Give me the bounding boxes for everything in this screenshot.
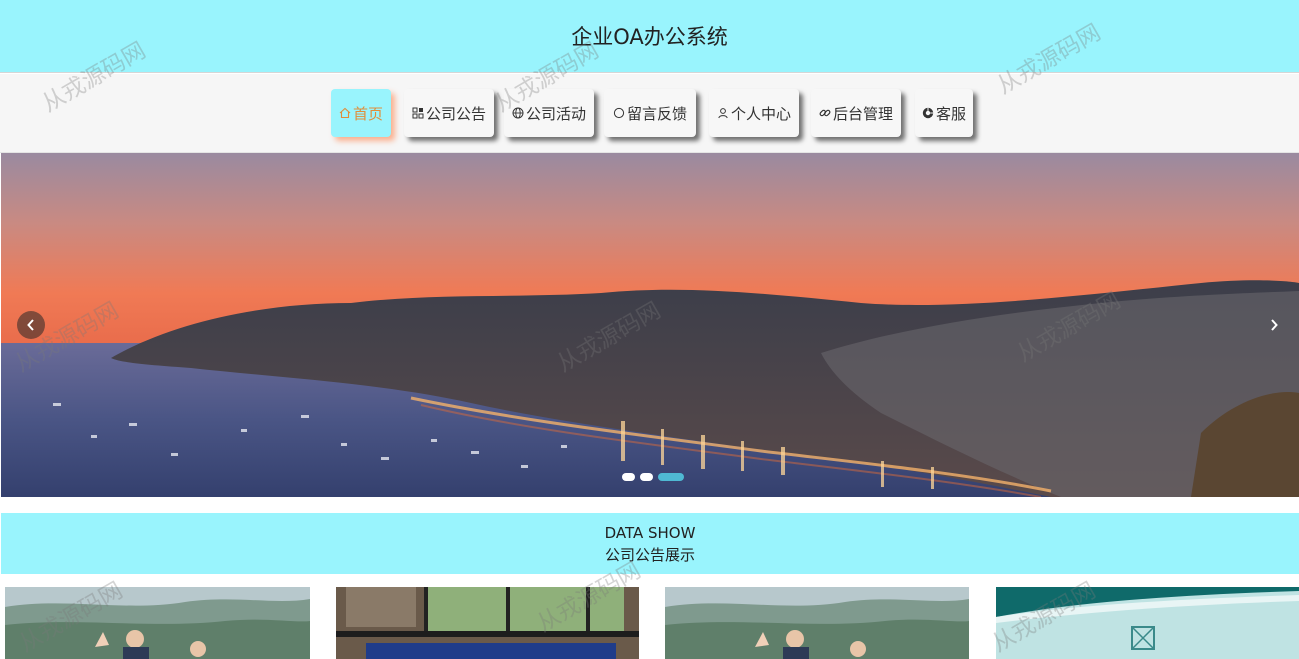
nav-item-label: 个人中心	[730, 104, 791, 123]
home-icon	[339, 107, 352, 120]
globe-icon	[512, 107, 525, 120]
nav-item-label: 后台管理	[832, 104, 893, 123]
user-icon	[717, 107, 730, 120]
grid-icon	[412, 107, 425, 120]
circle-icon	[613, 107, 626, 120]
section-header: DATA SHOW 公司公告展示	[1, 513, 1299, 574]
carousel-dot[interactable]	[640, 473, 653, 481]
link-icon	[819, 107, 832, 120]
nav-item-label: 公司活动	[525, 104, 586, 123]
thumbnail-image	[996, 587, 1299, 659]
section-title-en: DATA SHOW	[604, 523, 696, 542]
nav-item-label: 公司公告	[425, 104, 486, 123]
nav-item-label: 客服	[935, 104, 966, 123]
chevron-right-icon	[1271, 319, 1278, 331]
nav-item-feedback[interactable]: 留言反馈	[604, 89, 696, 137]
announcement-thumbnail[interactable]	[5, 587, 310, 659]
nav-item-home[interactable]: 首页	[331, 89, 391, 137]
carousel-prev-button[interactable]	[17, 311, 45, 339]
announcement-thumbnail[interactable]	[665, 587, 969, 659]
thumbnail-image	[336, 587, 639, 659]
nav-item-activities[interactable]: 公司活动	[504, 89, 594, 137]
nav-item-label: 留言反馈	[626, 104, 687, 123]
support-icon	[922, 107, 935, 120]
carousel-next-button[interactable]	[1260, 311, 1288, 339]
announcement-thumbnail[interactable]	[996, 587, 1299, 659]
carousel-dot-active[interactable]	[658, 473, 684, 481]
nav-item-profile[interactable]: 个人中心	[709, 89, 799, 137]
banner-carousel	[1, 153, 1299, 497]
thumbnail-image	[665, 587, 969, 659]
nav-item-label: 首页	[352, 104, 383, 123]
section-title-cn: 公司公告展示	[604, 545, 695, 564]
carousel-dot[interactable]	[622, 473, 635, 481]
announcement-thumbnail[interactable]	[336, 587, 639, 659]
page: 企业OA办公系统 首页 公司公告 公司活动 留言反馈 个人中心 后台管理 客服 …	[0, 0, 1299, 659]
chevron-left-icon	[27, 319, 34, 331]
site-header: 企业OA办公系统	[0, 0, 1299, 73]
site-title: 企业OA办公系统	[571, 25, 728, 49]
banner-image	[1, 153, 1299, 497]
nav-item-announcements[interactable]: 公司公告	[404, 89, 494, 137]
carousel-indicators	[622, 473, 684, 481]
nav-item-admin[interactable]: 后台管理	[811, 89, 901, 137]
thumbnail-image	[5, 587, 310, 659]
nav-item-support[interactable]: 客服	[915, 89, 973, 137]
main-nav: 首页 公司公告 公司活动 留言反馈 个人中心 后台管理 客服	[0, 74, 1299, 153]
